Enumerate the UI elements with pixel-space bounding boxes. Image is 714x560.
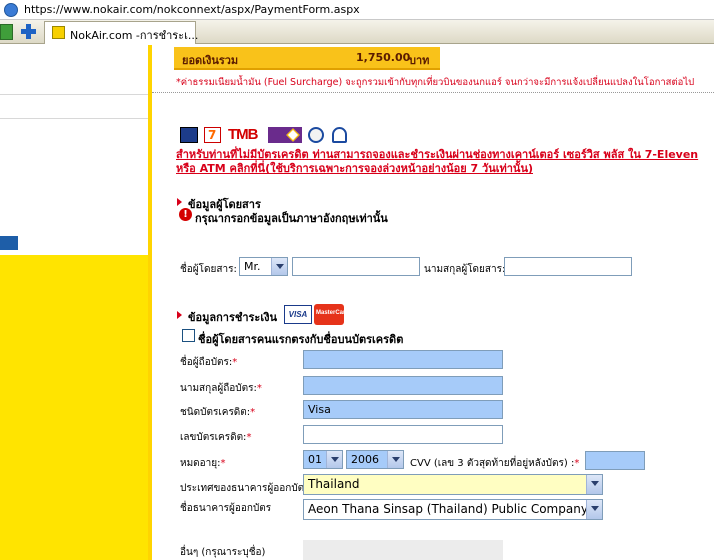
vertical-divider	[148, 45, 152, 560]
refresh-icon[interactable]	[0, 24, 13, 40]
left-yellow-panel	[0, 255, 148, 560]
other-bank-label: อื่นๆ (กรุณาระบุชื่อ)	[180, 547, 266, 558]
add-favorite-icon[interactable]	[20, 23, 37, 40]
fuel-surcharge-note: *ค่าธรรมเนียมน้ำมัน (Fuel Surcharge) จะถ…	[176, 77, 695, 88]
tmb-logo-icon: TMB	[228, 126, 259, 143]
card-number-label: เลขบัตรเครดิต:*	[180, 432, 252, 443]
passenger-lastname-label: นามสกุลผู้โดยสาร:	[424, 264, 506, 275]
card-type-select[interactable]: Visa	[303, 400, 503, 419]
total-label: ยอดเงินรวม	[182, 54, 239, 67]
holder-lastname-label: นามสกุลผู้ถือบัตร:*	[180, 383, 262, 394]
same-as-holder-checkbox[interactable]	[182, 329, 195, 342]
chevron-down-icon[interactable]	[586, 475, 602, 494]
title-select[interactable]: Mr.	[239, 257, 288, 276]
expiry-year-value: 2006	[351, 453, 379, 466]
section-divider	[152, 92, 714, 93]
holder-firstname-input[interactable]	[303, 350, 503, 369]
title-select-value: Mr.	[244, 260, 261, 273]
issuer-country-value: Thailand	[308, 477, 360, 491]
same-as-holder-label[interactable]: ชื่อผู้โดยสารคนแรกตรงกับชื่อบนบัตรเครดิต	[198, 330, 403, 348]
page-globe-icon	[4, 3, 18, 17]
issuer-bank-label: ชื่อธนาคารผู้ออกบัตร	[180, 503, 272, 514]
english-only-warning: กรุณากรอกข้อมูลเป็นภาษาอังกฤษเท่านั้น	[195, 212, 388, 225]
expiry-month-value: 01	[308, 453, 322, 466]
total-amount: 1,750.00	[356, 51, 411, 64]
cvv-label: CVV (เลข 3 ตัวสุดท้ายที่อยู่หลังบัตร) :*	[410, 458, 580, 469]
mastercard-text: MasterCard	[316, 310, 350, 316]
mastercard-logo-icon: MasterCard	[314, 304, 349, 325]
passenger-firstname-input[interactable]	[292, 257, 420, 276]
seven-logo-text: 7	[208, 128, 217, 142]
bank-logo-icon	[180, 127, 198, 143]
card-type-label: ชนิดบัตรเครดิต:*	[180, 407, 256, 418]
holder-lastname-input[interactable]	[303, 376, 503, 395]
cvv-input[interactable]	[585, 451, 645, 470]
issuer-bank-value: Aeon Thana Sinsap (Thailand) Public Comp…	[308, 502, 602, 516]
expiry-label: หมดอายุ:*	[180, 458, 226, 469]
passenger-firstname-label: ชื่อผู้โดยสาร:	[180, 264, 237, 275]
left-nav-slot[interactable]	[0, 95, 148, 118]
chevron-down-icon[interactable]	[387, 451, 403, 468]
section-arrow-icon	[177, 198, 182, 206]
issuer-bank-select[interactable]: Aeon Thana Sinsap (Thailand) Public Comp…	[303, 499, 603, 520]
visa-logo-icon: VISA	[284, 305, 312, 324]
other-bank-input[interactable]	[303, 540, 503, 560]
card-type-value: Visa	[308, 403, 331, 416]
seven-eleven-logo-icon: 7	[204, 127, 221, 143]
section-arrow-icon	[177, 311, 182, 319]
side-banner-icon	[0, 236, 18, 250]
tab-title[interactable]: NokAir.com -การชำระเ...	[70, 26, 198, 44]
expiry-month-select[interactable]: 01	[303, 450, 343, 469]
payment-section-title: ข้อมูลการชำระเงิน	[188, 311, 277, 324]
counter-service-link[interactable]: สำหรับท่านที่ไม่มีบัตรเครดิต ท่านสามารถจ…	[176, 148, 710, 176]
address-url[interactable]: https://www.nokair.com/nokconnext/aspx/P…	[24, 3, 360, 16]
issuer-country-select[interactable]: Thailand	[303, 474, 603, 495]
warning-icon: !	[179, 208, 192, 221]
total-currency: บาท	[409, 54, 430, 67]
tab-favicon-icon	[52, 26, 65, 39]
left-divider	[0, 118, 148, 119]
bbl-logo-icon	[332, 127, 347, 143]
chevron-down-icon[interactable]	[271, 258, 287, 275]
holder-firstname-label: ชื่อผู้ถือบัตร:*	[180, 357, 238, 368]
card-number-input[interactable]	[303, 425, 503, 444]
expiry-year-select[interactable]: 2006	[346, 450, 404, 469]
chevron-down-icon[interactable]	[586, 500, 602, 519]
issuer-country-label: ประเทศของธนาคารผู้ออกบัตร	[180, 483, 310, 494]
chevron-down-icon[interactable]	[326, 451, 342, 468]
passenger-lastname-input[interactable]	[504, 257, 632, 276]
ktb-logo-icon	[308, 127, 324, 143]
